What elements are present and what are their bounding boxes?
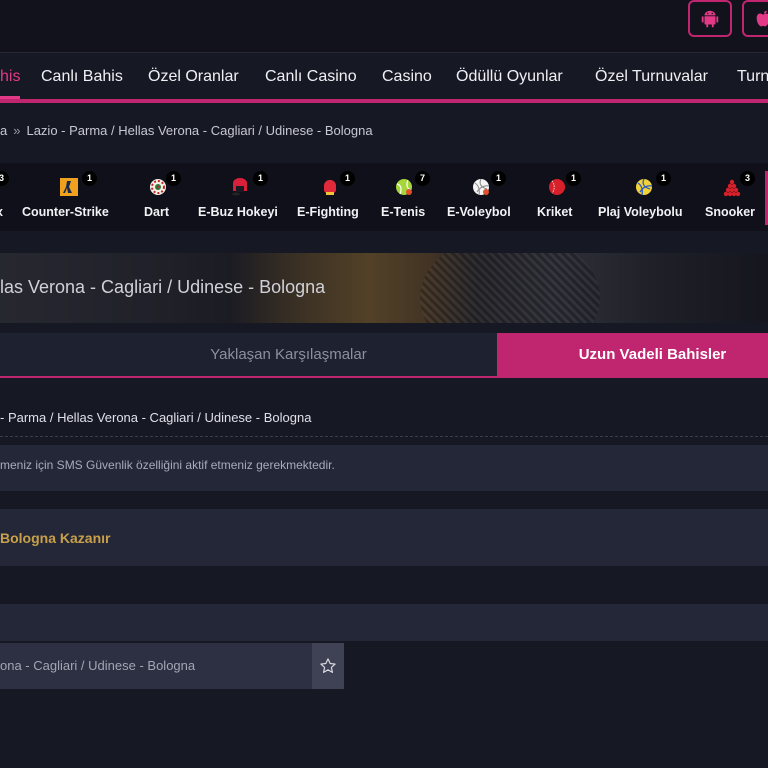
tab-long-term-bets[interactable]: Uzun Vadeli Bahisler bbox=[497, 333, 768, 376]
sport-count-badge: 1 bbox=[566, 171, 581, 186]
sport-item-plaj-voleybolu[interactable]: 1 Plaj Voleybolu bbox=[596, 163, 694, 231]
ice-hockey-icon bbox=[232, 178, 247, 196]
sport-label: Kriket bbox=[537, 205, 573, 219]
top-bar bbox=[0, 0, 768, 53]
cricket-ball-icon bbox=[549, 179, 565, 195]
snooker-icon bbox=[723, 179, 741, 197]
sport-item-kriket[interactable]: 1 Kriket bbox=[535, 163, 581, 231]
nav-item-ozel-oranlar[interactable]: Özel Oranlar bbox=[148, 53, 239, 99]
sport-count-badge: 7 bbox=[415, 171, 430, 186]
sport-label: Snooker bbox=[705, 205, 756, 219]
tennis-ball-icon bbox=[396, 179, 412, 195]
breadcrumb: a » Lazio - Parma / Hellas Verona - Caglia… bbox=[0, 123, 373, 138]
sport-count-badge: 1 bbox=[82, 171, 97, 186]
odd-selection[interactable]: ona - Cagliari / Udinese - Bologna bbox=[0, 643, 312, 689]
odd-selection-label: ona - Cagliari / Udinese - Bologna bbox=[0, 658, 196, 673]
banner-title: las Verona - Cagliari / Udinese - Bologn… bbox=[0, 277, 326, 297]
sport-item-e-voleybol[interactable]: 1 E-Voleybol bbox=[445, 163, 519, 231]
breadcrumb-current: Lazio - Parma / Hellas Verona - Cagliari… bbox=[26, 123, 373, 138]
beach-volleyball-icon bbox=[636, 178, 653, 196]
notice-text: meniz için SMS Güvenlik özelliğini aktif… bbox=[0, 458, 335, 472]
sport-item-counter-strike[interactable]: 1 Counter-Strike bbox=[20, 163, 117, 231]
nav-item-casino[interactable]: Casino bbox=[382, 53, 432, 99]
sport-label: Counter-Strike bbox=[22, 205, 109, 219]
dartboard-icon bbox=[150, 179, 166, 195]
sport-item-e-buz-hokeyi[interactable]: 1 E-Buz Hokeyi bbox=[196, 163, 288, 231]
event-title: - Parma / Hellas Verona - Cagliari / Udi… bbox=[0, 410, 312, 425]
android-app-button[interactable] bbox=[688, 0, 732, 37]
sport-count-badge: 3 bbox=[740, 171, 755, 186]
tab-upcoming-matches[interactable]: Yaklaşan Karşılaşmalar bbox=[0, 333, 497, 376]
sport-label: Plaj Voleybolu bbox=[598, 205, 683, 219]
sport-item-snooker[interactable]: 3 Snooker bbox=[704, 163, 762, 231]
sport-count-badge: 1 bbox=[340, 171, 355, 186]
apple-icon bbox=[756, 10, 768, 26]
sports-bar: 3 x 1 Counter-Strike 1 Dart 1 E-Buz Hoke… bbox=[0, 163, 768, 231]
bet-tabs: Yaklaşan Karşılaşmalar Uzun Vadeli Bahis… bbox=[0, 333, 768, 378]
sport-count-badge: 1 bbox=[491, 171, 506, 186]
sport-item-e-tenis[interactable]: 7 E-Tenis bbox=[380, 163, 430, 231]
market-subheader bbox=[0, 604, 768, 641]
volleyball-icon bbox=[473, 178, 490, 196]
nav-item-odullu-oyunlar[interactable]: Ödüllü Oyunlar bbox=[456, 53, 563, 99]
sport-label: E-Tenis bbox=[381, 205, 426, 219]
sport-label: E-Fighting bbox=[297, 205, 359, 219]
sport-item-dart[interactable]: 1 Dart bbox=[140, 163, 181, 231]
boxing-glove-icon bbox=[323, 179, 336, 195]
breadcrumb-separator: » bbox=[13, 123, 21, 138]
sport-count-badge: 1 bbox=[166, 171, 181, 186]
sport-label: x bbox=[0, 205, 3, 219]
android-icon bbox=[701, 10, 719, 27]
market-title: Bologna Kazanır bbox=[0, 530, 111, 546]
sport-item-prev[interactable]: 3 x bbox=[0, 163, 12, 231]
sport-label: E-Voleybol bbox=[447, 205, 511, 219]
sport-item-e-fighting[interactable]: 1 E-Fighting bbox=[296, 163, 366, 231]
nav-item-canli-bahis[interactable]: Canlı Bahis bbox=[41, 53, 123, 99]
nav-item-turnuvalar[interactable]: Turn bbox=[737, 53, 768, 99]
nav-item-ozel-turnuvalar[interactable]: Özel Turnuvalar bbox=[595, 53, 708, 99]
market-header[interactable]: Bologna Kazanır bbox=[0, 509, 768, 566]
nav-item-canli-casino[interactable]: Canlı Casino bbox=[265, 53, 357, 99]
sport-count-badge: 1 bbox=[253, 171, 268, 186]
apple-app-button[interactable] bbox=[742, 0, 768, 37]
sport-count-badge: 1 bbox=[656, 171, 671, 186]
breadcrumb-prev-link[interactable]: a bbox=[0, 123, 7, 138]
main-nav: his Canlı Bahis Özel Oranlar Canlı Casin… bbox=[0, 53, 768, 103]
star-icon bbox=[320, 658, 336, 673]
sms-security-notice: meniz için SMS Güvenlik özelliğini aktif… bbox=[0, 445, 768, 491]
sport-label: Dart bbox=[144, 205, 170, 219]
nav-item-bahis[interactable]: his bbox=[0, 53, 21, 99]
counter-strike-icon bbox=[60, 178, 78, 196]
sport-label: E-Buz Hokeyi bbox=[198, 205, 278, 219]
sport-count-badge: 3 bbox=[0, 171, 9, 186]
event-banner: las Verona - Cagliari / Udinese - Bologn… bbox=[0, 253, 768, 323]
favorite-button[interactable] bbox=[312, 643, 344, 689]
divider bbox=[0, 436, 768, 437]
